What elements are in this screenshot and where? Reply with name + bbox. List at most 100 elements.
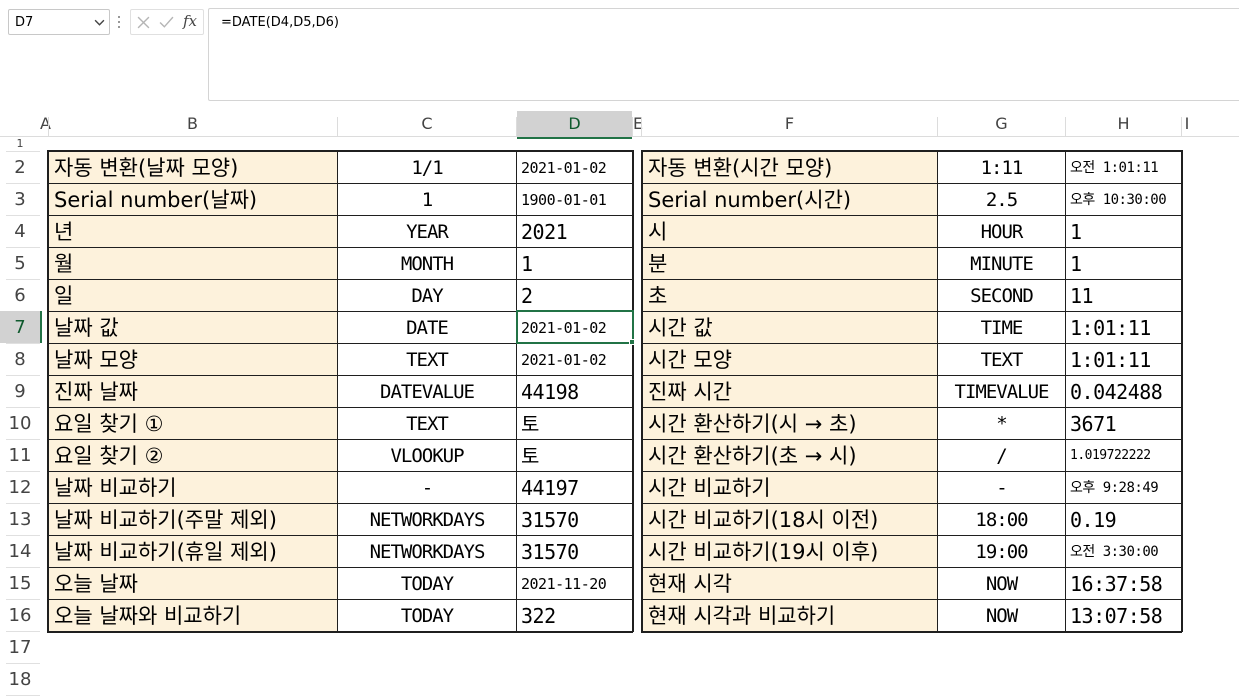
date-value-cell[interactable]: 2021-01-02 xyxy=(517,151,632,183)
date-value-cell[interactable]: 1900-01-01 xyxy=(517,183,632,215)
date-label-cell[interactable]: 날짜 비교하기(주말 제외) xyxy=(48,503,337,535)
row-header-9[interactable]: 9 xyxy=(0,375,40,407)
time-value-cell[interactable]: 1:01:11 xyxy=(1066,311,1181,343)
row-header-6[interactable]: 6 xyxy=(0,279,40,311)
time-value-cell[interactable]: 1:01:11 xyxy=(1066,343,1181,375)
date-label-cell[interactable]: Serial number(날짜) xyxy=(48,183,337,215)
date-value-cell[interactable]: 토 xyxy=(517,407,632,439)
date-label-cell[interactable]: 날짜 비교하기(휴일 제외) xyxy=(48,535,337,567)
date-value-cell[interactable]: 322 xyxy=(517,599,632,631)
time-label-cell[interactable]: 자동 변환(시간 모양) xyxy=(642,151,937,183)
date-label-cell[interactable]: 오늘 날짜 xyxy=(48,567,337,599)
date-function-cell[interactable]: DAY xyxy=(338,279,516,311)
formula-input[interactable]: =DATE(D4,D5,D6) xyxy=(208,8,1239,101)
time-function-cell[interactable]: MINUTE xyxy=(938,247,1065,279)
time-label-cell[interactable]: 시간 비교하기(19시 이후) xyxy=(642,535,937,567)
column-header-I[interactable]: I xyxy=(1182,111,1192,137)
time-value-cell[interactable]: 1 xyxy=(1066,247,1181,279)
date-label-cell[interactable]: 년 xyxy=(48,215,337,247)
time-value-cell[interactable]: 13:07:58 xyxy=(1066,599,1181,631)
time-value-cell[interactable]: 오후 10:30:00 xyxy=(1066,183,1181,215)
time-function-cell[interactable]: TIME xyxy=(938,311,1065,343)
date-value-cell[interactable]: 토 xyxy=(517,439,632,471)
time-value-cell[interactable]: 0.042488 xyxy=(1066,375,1181,407)
row-header-2[interactable]: 2 xyxy=(0,151,40,183)
name-box[interactable]: D7 xyxy=(8,9,110,35)
time-label-cell[interactable]: 시간 값 xyxy=(642,311,937,343)
time-label-cell[interactable]: 진짜 시간 xyxy=(642,375,937,407)
date-label-cell[interactable]: 요일 찾기 ② xyxy=(48,439,337,471)
row-header-15[interactable]: 15 xyxy=(0,567,40,599)
time-value-cell[interactable]: 오후 9:28:49 xyxy=(1066,471,1181,503)
time-label-cell[interactable]: 초 xyxy=(642,279,937,311)
date-function-cell[interactable]: TODAY xyxy=(338,599,516,631)
column-header-G[interactable]: G xyxy=(938,111,1065,137)
row-header-1[interactable]: 1 xyxy=(0,137,40,151)
date-value-cell[interactable]: 31570 xyxy=(517,535,632,567)
date-label-cell[interactable]: 일 xyxy=(48,279,337,311)
date-function-cell[interactable]: DATEVALUE xyxy=(338,375,516,407)
time-value-cell[interactable]: 1.019722222 xyxy=(1066,439,1181,471)
time-function-cell[interactable]: TEXT xyxy=(938,343,1065,375)
row-header-3[interactable]: 3 xyxy=(0,183,40,215)
time-value-cell[interactable]: 1 xyxy=(1066,215,1181,247)
date-value-cell[interactable]: 2021-11-20 xyxy=(517,567,632,599)
row-header-12[interactable]: 12 xyxy=(0,471,40,503)
date-value-cell[interactable]: 2021-01-02 xyxy=(517,343,632,375)
more-options-icon[interactable] xyxy=(116,13,122,31)
date-label-cell[interactable]: 자동 변환(날짜 모양) xyxy=(48,151,337,183)
date-value-cell[interactable]: 2021 xyxy=(517,215,632,247)
date-value-cell[interactable]: 1 xyxy=(517,247,632,279)
date-function-cell[interactable]: MONTH xyxy=(338,247,516,279)
cancel-icon[interactable] xyxy=(137,16,150,29)
column-header-E[interactable]: E xyxy=(633,111,643,137)
date-label-cell[interactable]: 월 xyxy=(48,247,337,279)
date-function-cell[interactable]: TEXT xyxy=(338,407,516,439)
date-function-cell[interactable]: DATE xyxy=(338,311,516,343)
time-label-cell[interactable]: 현재 시각 xyxy=(642,567,937,599)
time-function-cell[interactable]: 1:11 xyxy=(938,151,1065,183)
date-function-cell[interactable]: 1 xyxy=(338,183,516,215)
row-header-8[interactable]: 8 xyxy=(0,343,40,375)
time-label-cell[interactable]: 시간 환산하기(시 → 초) xyxy=(642,407,937,439)
time-function-cell[interactable]: TIMEVALUE xyxy=(938,375,1065,407)
time-label-cell[interactable]: 시간 비교하기(18시 이전) xyxy=(642,503,937,535)
insert-function-icon[interactable]: fx xyxy=(183,12,197,30)
column-header-F[interactable]: F xyxy=(642,111,937,137)
time-function-cell[interactable]: NOW xyxy=(938,567,1065,599)
time-value-cell[interactable]: 11 xyxy=(1066,279,1181,311)
date-value-cell[interactable]: 44197 xyxy=(517,471,632,503)
row-header-17[interactable]: 17 xyxy=(0,631,40,663)
date-label-cell[interactable]: 진짜 날짜 xyxy=(48,375,337,407)
date-function-cell[interactable]: YEAR xyxy=(338,215,516,247)
time-label-cell[interactable]: Serial number(시간) xyxy=(642,183,937,215)
date-function-cell[interactable]: 1/1 xyxy=(338,151,516,183)
chevron-down-icon[interactable] xyxy=(94,17,105,28)
time-function-cell[interactable]: - xyxy=(938,471,1065,503)
time-function-cell[interactable]: 18:00 xyxy=(938,503,1065,535)
date-value-cell[interactable]: 2 xyxy=(517,279,632,311)
time-label-cell[interactable]: 시간 환산하기(초 → 시) xyxy=(642,439,937,471)
row-header-14[interactable]: 14 xyxy=(0,535,40,567)
time-label-cell[interactable]: 시간 비교하기 xyxy=(642,471,937,503)
date-label-cell[interactable]: 오늘 날짜와 비교하기 xyxy=(48,599,337,631)
time-label-cell[interactable]: 현재 시각과 비교하기 xyxy=(642,599,937,631)
time-label-cell[interactable]: 시간 모양 xyxy=(642,343,937,375)
time-value-cell[interactable]: 16:37:58 xyxy=(1066,567,1181,599)
time-value-cell[interactable]: 오전 1:01:11 xyxy=(1066,151,1181,183)
time-function-cell[interactable]: / xyxy=(938,439,1065,471)
date-function-cell[interactable]: NETWORKDAYS xyxy=(338,535,516,567)
date-function-cell[interactable]: TEXT xyxy=(338,343,516,375)
time-label-cell[interactable]: 시 xyxy=(642,215,937,247)
enter-check-icon[interactable] xyxy=(159,16,174,29)
time-value-cell[interactable]: 0.19 xyxy=(1066,503,1181,535)
row-header-11[interactable]: 11 xyxy=(0,439,40,471)
date-function-cell[interactable]: - xyxy=(338,471,516,503)
row-header-16[interactable]: 16 xyxy=(0,599,40,631)
time-function-cell[interactable]: 19:00 xyxy=(938,535,1065,567)
column-header-A[interactable]: A xyxy=(40,111,51,137)
date-label-cell[interactable]: 날짜 비교하기 xyxy=(48,471,337,503)
fill-handle[interactable] xyxy=(629,339,635,345)
time-function-cell[interactable]: SECOND xyxy=(938,279,1065,311)
time-function-cell[interactable]: * xyxy=(938,407,1065,439)
